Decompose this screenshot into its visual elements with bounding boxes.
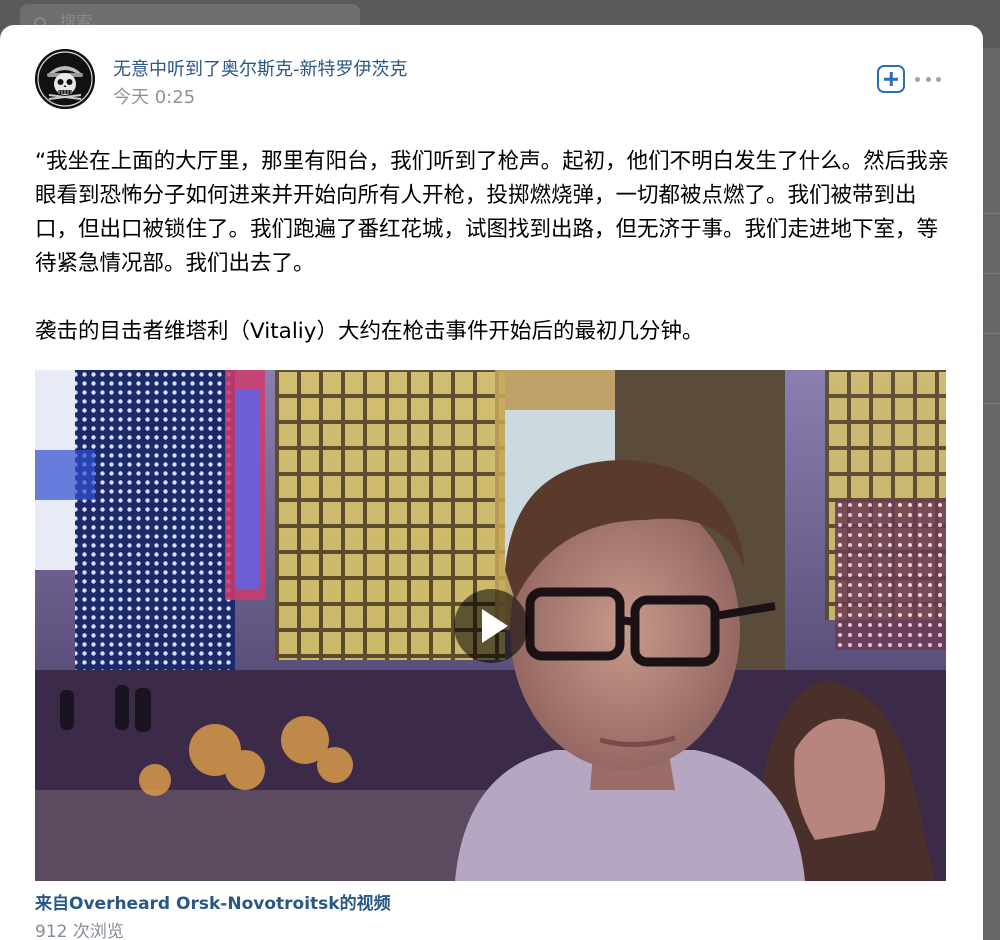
avatar[interactable] — [35, 49, 95, 109]
add-square-icon[interactable] — [877, 65, 905, 93]
video-player[interactable] — [35, 370, 946, 881]
post-paragraph: “我坐在上面的大厅里，那里有阳台，我们听到了枪声。起初，他们不明白发生了什么。然… — [35, 149, 950, 276]
video-caption[interactable]: 来自Overheard Orsk-Novotroitsk的视频 — [35, 889, 391, 914]
post-time[interactable]: 今天 0:25 — [113, 83, 195, 109]
post-paragraph: 袭击的目击者维塔利（Vitaliy）大约在枪击事件开始后的最初几分钟。 — [35, 319, 704, 344]
post-header: 无意中听到了奥尔斯克-新特罗伊茨克 今天 0:25 — [35, 49, 953, 111]
post-card: 无意中听到了奥尔斯克-新特罗伊茨克 今天 0:25 “我坐在上面的大厅里，那里有… — [0, 25, 983, 940]
play-icon[interactable] — [454, 589, 528, 663]
view-count: 912 次浏览 — [35, 922, 124, 940]
author-name[interactable]: 无意中听到了奥尔斯克-新特罗伊茨克 — [113, 55, 408, 81]
post-text: “我坐在上面的大厅里，那里有阳台，我们听到了枪声。起初，他们不明白发生了什么。然… — [35, 145, 950, 349]
more-horizontal-icon[interactable] — [915, 75, 941, 83]
skull-logo-icon — [35, 49, 95, 109]
